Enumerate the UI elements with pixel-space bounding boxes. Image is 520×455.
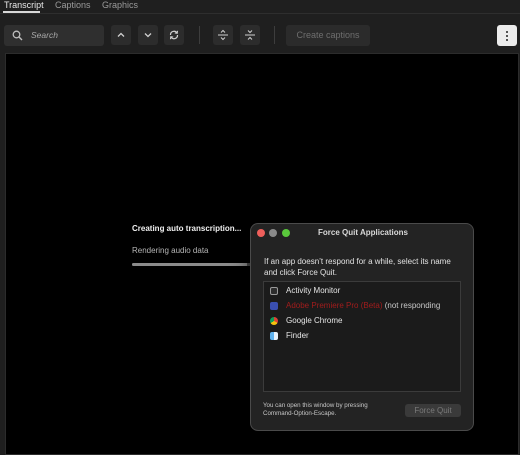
collapse-icon bbox=[245, 30, 255, 40]
list-item[interactable]: Activity Monitor bbox=[270, 285, 460, 297]
tab-transcript[interactable]: Transcript bbox=[4, 0, 44, 11]
chevron-down-icon bbox=[144, 33, 152, 38]
app-name: Google Chrome bbox=[286, 316, 343, 325]
previous-result-button[interactable] bbox=[111, 25, 131, 45]
activity-monitor-icon bbox=[270, 287, 278, 295]
progress-fill bbox=[132, 263, 247, 266]
collapse-button[interactable] bbox=[240, 25, 260, 45]
dialog-shortcut-note: You can open this window by pressing Com… bbox=[263, 402, 368, 417]
expand-button[interactable] bbox=[213, 25, 233, 45]
app-name-redacted: Adobe Premiere Pro (Beta) bbox=[286, 301, 383, 310]
chevron-up-icon bbox=[117, 32, 125, 37]
app-name: Finder bbox=[286, 331, 309, 340]
sync-icon bbox=[169, 30, 179, 40]
dialog-message: If an app doesn’t respond for a while, s… bbox=[264, 257, 451, 277]
app-name: Adobe Premiere Pro (Beta) (not respondin… bbox=[286, 300, 440, 312]
next-result-button[interactable] bbox=[138, 25, 158, 45]
create-captions-button[interactable]: Create captions bbox=[286, 25, 370, 46]
force-quit-dialog: Force Quit Applications If an app doesn’… bbox=[250, 223, 474, 431]
more-options-button[interactable] bbox=[497, 25, 517, 46]
toolbar-separator bbox=[199, 26, 200, 44]
tab-graphics[interactable]: Graphics bbox=[102, 0, 138, 11]
tab-captions[interactable]: Captions bbox=[55, 0, 91, 11]
toolbar-separator bbox=[274, 26, 275, 44]
premiere-pro-icon bbox=[270, 302, 278, 310]
application-list[interactable]: Activity Monitor Adobe Premiere Pro (Bet… bbox=[263, 281, 461, 392]
dialog-title: Force Quit Applications bbox=[318, 228, 408, 237]
search-input[interactable] bbox=[31, 28, 101, 42]
expand-icon bbox=[218, 29, 228, 41]
list-item[interactable]: Finder bbox=[270, 330, 460, 342]
tab-divider bbox=[0, 13, 520, 14]
chrome-icon bbox=[270, 317, 278, 325]
search-box[interactable] bbox=[4, 25, 104, 46]
finder-icon bbox=[270, 332, 278, 340]
sync-button[interactable] bbox=[164, 25, 184, 45]
transcription-status-subtitle: Rendering audio data bbox=[132, 246, 209, 255]
force-quit-button[interactable]: Force Quit bbox=[405, 404, 461, 417]
app-name: Activity Monitor bbox=[286, 286, 341, 295]
search-icon bbox=[12, 30, 23, 41]
transcription-status-title: Creating auto transcription... bbox=[132, 224, 242, 233]
transcript-toolbar: Create captions bbox=[0, 16, 520, 54]
list-item[interactable]: Google Chrome bbox=[270, 315, 460, 327]
tab-bar: Transcript Captions Graphics bbox=[0, 0, 520, 16]
list-item[interactable]: Adobe Premiere Pro (Beta) (not respondin… bbox=[270, 300, 460, 312]
not-responding-label: (not responding bbox=[384, 301, 441, 310]
